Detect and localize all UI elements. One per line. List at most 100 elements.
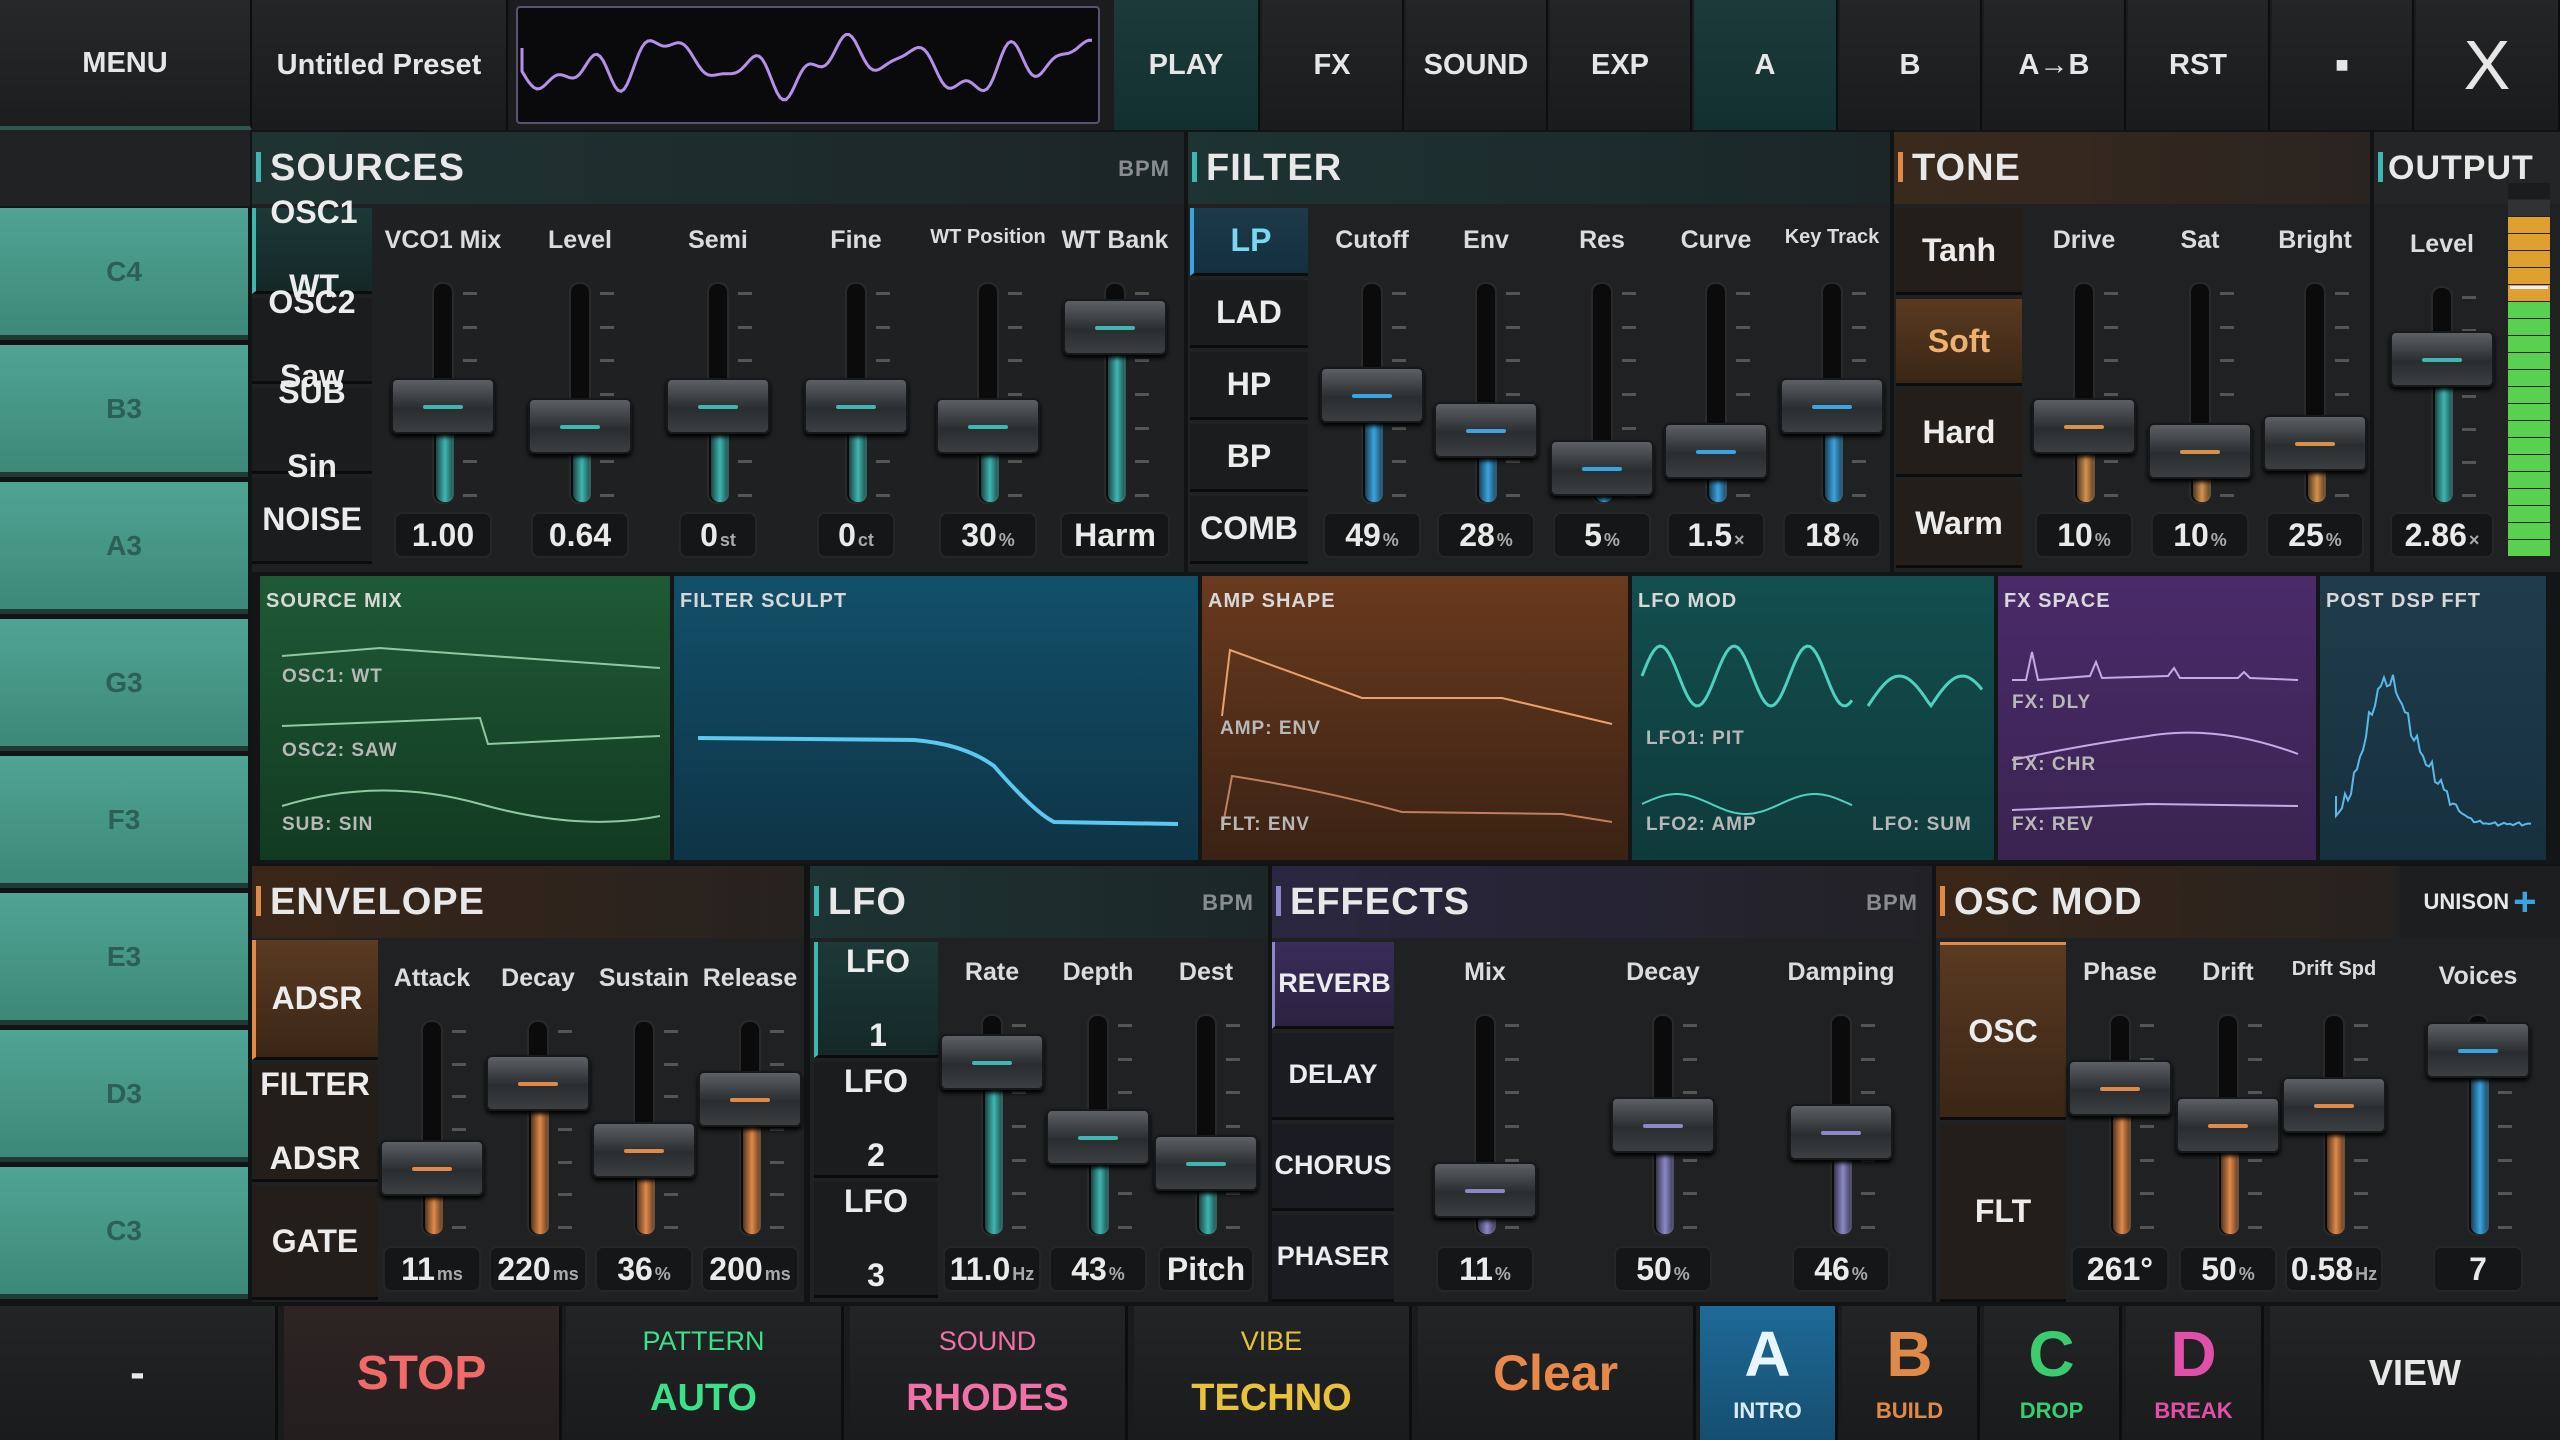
lfo-1-button[interactable]: LFO 1 — [814, 942, 938, 1058]
sources-level-thumb[interactable] — [528, 398, 632, 455]
osc-mod-drift-spd-tick — [2354, 1024, 2368, 1027]
tone-hard-button[interactable]: Hard — [1896, 390, 2022, 477]
key-b3[interactable]: B3 — [0, 345, 248, 477]
tab-a-to-b[interactable]: A→B — [1984, 0, 2126, 130]
preset-name[interactable]: Untitled Preset — [252, 0, 508, 130]
key-c3[interactable]: C3 — [0, 1167, 248, 1299]
envelope-attack-thumb[interactable] — [380, 1140, 484, 1196]
tab-fx[interactable]: FX — [1262, 0, 1404, 130]
filter-comb-button[interactable]: COMB — [1190, 496, 1308, 564]
filter-key-track-thumb[interactable] — [1780, 378, 1884, 435]
osc-mod-phase-thumb[interactable] — [2068, 1060, 2172, 1117]
tab-b[interactable]: B — [1840, 0, 1982, 130]
minus-button[interactable]: - — [0, 1306, 278, 1440]
sound-button[interactable]: SOUND RHODES — [850, 1306, 1128, 1440]
lfo-dest-thumb[interactable] — [1154, 1135, 1258, 1192]
sources-fine-thumb[interactable] — [804, 378, 908, 435]
lfo-3-button[interactable]: LFO 3 — [814, 1182, 938, 1298]
view-button[interactable]: VIEW — [2270, 1306, 2560, 1440]
tab-exp[interactable]: EXP — [1550, 0, 1692, 130]
filter-env-thumb[interactable] — [1434, 401, 1538, 458]
envelope-attack-slider[interactable] — [421, 1020, 443, 1236]
filter-cutoff-thumb[interactable] — [1320, 366, 1424, 423]
effects-delay-button[interactable]: DELAY — [1272, 1033, 1394, 1120]
scene-c-button[interactable]: C DROP — [1984, 1306, 2122, 1440]
lfo-dest-slider[interactable] — [1195, 1014, 1217, 1236]
effects-phaser-button[interactable]: PHASER — [1272, 1215, 1394, 1302]
tone-bright-thumb[interactable] — [2263, 414, 2367, 471]
scene-a-button[interactable]: A INTRO — [1700, 1306, 1838, 1440]
source-osc2-button[interactable]: OSC2 Saw — [252, 284, 372, 394]
menu-button[interactable]: MENU — [0, 0, 252, 130]
sources-level-slider[interactable] — [569, 282, 591, 504]
close-button[interactable]: X — [2416, 0, 2560, 130]
envelope-decay-slider[interactable] — [527, 1020, 549, 1236]
output-level-slider[interactable] — [2431, 286, 2453, 504]
scene-d-button[interactable]: D BREAK — [2126, 1306, 2264, 1440]
tone-warm-button[interactable]: Warm — [1896, 481, 2022, 568]
effects-decay-thumb[interactable] — [1611, 1097, 1715, 1153]
stop-button[interactable]: STOP — [284, 1306, 562, 1440]
effects-mix-thumb[interactable] — [1433, 1161, 1537, 1218]
envelope-release-slider[interactable] — [739, 1020, 761, 1236]
tab-a[interactable]: A — [1694, 0, 1838, 130]
unison-button[interactable]: UNISON + — [2400, 866, 2560, 938]
envelope-decay-thumb[interactable] — [486, 1055, 590, 1112]
filter-lp-button[interactable]: LP — [1190, 208, 1308, 276]
tone-sat-thumb[interactable] — [2148, 423, 2252, 480]
effects-damping-thumb[interactable] — [1789, 1103, 1893, 1160]
source-osc1-button[interactable]: OSC1 WT — [252, 194, 372, 304]
osc-mod-voices-thumb[interactable] — [2426, 1022, 2530, 1079]
tab-play[interactable]: PLAY — [1114, 0, 1260, 130]
tone-tanh-button[interactable]: Tanh — [1896, 208, 2022, 295]
lfo-depth-thumb[interactable] — [1046, 1108, 1150, 1165]
tone-soft-button[interactable]: Soft — [1896, 299, 2022, 386]
filter-res-thumb[interactable] — [1550, 439, 1654, 496]
lfo-rate-thumb[interactable] — [940, 1033, 1044, 1090]
key-e3[interactable]: E3 — [0, 893, 248, 1025]
output-level-thumb[interactable] — [2390, 331, 2494, 388]
tab-rst[interactable]: RST — [2128, 0, 2270, 130]
sources-semi-tick — [738, 460, 752, 464]
filter-hp-button[interactable]: HP — [1190, 352, 1308, 420]
clear-button[interactable]: Clear — [1418, 1306, 1696, 1440]
sources-wt-bank-thumb[interactable] — [1063, 298, 1167, 355]
envelope-adsr-button[interactable]: ADSR — [252, 940, 378, 1060]
scene-b-button[interactable]: B BUILD — [1842, 1306, 1980, 1440]
envelope-gate-button[interactable]: GATE — [252, 1186, 378, 1300]
pattern-button[interactable]: PATTERN AUTO — [566, 1306, 844, 1440]
osc-mod-flt-button[interactable]: FLT — [1940, 1124, 2066, 1302]
source-noise-button[interactable]: NOISE — [252, 478, 372, 564]
source-sub-button[interactable]: SUB Sin — [252, 374, 372, 484]
key-c4[interactable]: C4 — [0, 208, 248, 340]
filter-lad-button[interactable]: LAD — [1190, 280, 1308, 348]
key-g3[interactable]: G3 — [0, 619, 248, 751]
effects-chorus-button[interactable]: CHORUS — [1272, 1124, 1394, 1211]
osc-mod-osc-button[interactable]: OSC — [1940, 942, 2066, 1120]
filter-env-slider[interactable] — [1475, 282, 1497, 504]
sources-wt-position-thumb[interactable] — [936, 398, 1040, 455]
tone-drive-slider[interactable] — [2073, 282, 2095, 504]
sources-vco1-mix-thumb[interactable] — [391, 378, 495, 435]
envelope-sustain-thumb[interactable] — [592, 1122, 696, 1179]
osc-mod-phase-slider[interactable] — [2109, 1014, 2131, 1236]
filter-bp-button[interactable]: BP — [1190, 424, 1308, 492]
envelope-filter-adsr-button[interactable]: FILTER ADSR — [252, 1064, 378, 1182]
key-f3[interactable]: F3 — [0, 756, 248, 888]
tone-drive-thumb[interactable] — [2032, 398, 2136, 455]
osc-mod-drift-thumb[interactable] — [2176, 1097, 2280, 1153]
stop-square-button[interactable]: ■ — [2272, 0, 2414, 130]
filter-res-value: 5% — [1553, 512, 1651, 558]
sources-semi-thumb[interactable] — [666, 378, 770, 435]
filter-curve-thumb[interactable] — [1664, 423, 1768, 480]
tab-sound[interactable]: SOUND — [1406, 0, 1548, 130]
effects-reverb-button[interactable]: REVERB — [1272, 942, 1394, 1029]
sources-wt-position-slider[interactable] — [977, 282, 999, 504]
key-d3[interactable]: D3 — [0, 1030, 248, 1162]
osc-mod-drift-spd-thumb[interactable] — [2282, 1077, 2386, 1134]
vibe-button[interactable]: VIBE TECHNO — [1134, 1306, 1412, 1440]
key-a3[interactable]: A3 — [0, 482, 248, 614]
lfo-bpm: BPM — [1202, 890, 1254, 915]
lfo-2-button[interactable]: LFO 2 — [814, 1062, 938, 1178]
envelope-release-thumb[interactable] — [698, 1071, 802, 1128]
